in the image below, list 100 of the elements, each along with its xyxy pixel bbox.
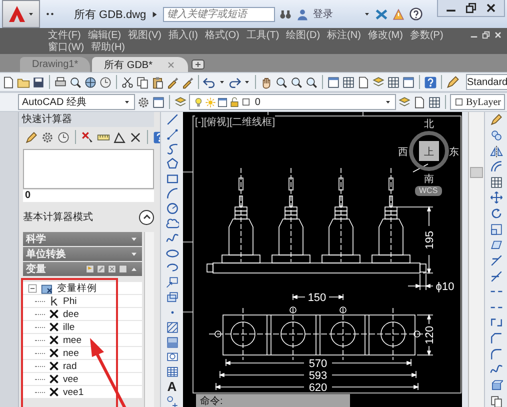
tree-item[interactable]: vee1 [63, 386, 84, 398]
restore-icon[interactable] [464, 1, 478, 15]
tree-item[interactable]: Phi [63, 296, 77, 306]
curve-icon[interactable] [166, 232, 178, 245]
ellipse-icon[interactable] [166, 246, 178, 260]
brush-icon[interactable] [181, 76, 194, 88]
layers-icon[interactable] [398, 96, 411, 108]
move-icon[interactable] [490, 191, 502, 204]
help-icon[interactable] [409, 7, 423, 21]
scale-icon[interactable] [490, 222, 502, 236]
printer-icon[interactable] [54, 76, 67, 88]
view-cube[interactable] [419, 141, 439, 161]
polygon-icon[interactable] [166, 157, 178, 170]
expand-icon[interactable] [150, 10, 160, 18]
elliptical-arc-icon[interactable] [166, 261, 178, 274]
add-variable-icon[interactable] [85, 264, 95, 274]
clear-icon[interactable] [129, 130, 142, 144]
layers-icon[interactable] [372, 76, 385, 88]
explode-icon[interactable] [490, 378, 502, 392]
layers-icon[interactable] [174, 96, 187, 108]
menu-item[interactable]: 工具(T) [246, 28, 280, 42]
menu-item[interactable]: 格式(O) [204, 28, 240, 42]
caret-icon[interactable] [363, 10, 371, 18]
collapse-icon[interactable] [27, 282, 38, 294]
section-header[interactable]: 科学 [23, 232, 142, 246]
edit-variable-icon[interactable] [96, 264, 106, 274]
window-icon[interactable] [402, 76, 415, 88]
pick-point-icon[interactable] [81, 130, 94, 144]
copy-objects-icon[interactable] [490, 128, 502, 142]
add-selected-icon[interactable] [166, 394, 178, 407]
menu-item[interactable]: 窗口(W) [48, 40, 84, 54]
magnifier-icon[interactable] [290, 76, 303, 88]
menu-item[interactable]: 帮助(H) [91, 40, 125, 54]
chamfer-icon[interactable] [490, 332, 502, 346]
rotate-icon[interactable] [490, 207, 502, 220]
user-icon[interactable] [296, 8, 310, 20]
compass-ring[interactable] [409, 131, 449, 171]
document-icon[interactable] [357, 76, 370, 88]
region-icon[interactable] [166, 350, 178, 364]
color-dropdown[interactable]: ByLayer [450, 94, 505, 110]
menu-item[interactable]: 文件(F) [48, 28, 81, 42]
trim-icon[interactable] [490, 254, 502, 267]
collapse-button[interactable] [139, 210, 154, 224]
menu-item[interactable]: 视图(V) [128, 28, 162, 42]
brush-icon[interactable] [166, 76, 179, 88]
gear-icon[interactable] [41, 130, 54, 144]
construction-line-icon[interactable] [166, 128, 178, 141]
stretch-icon[interactable] [490, 238, 502, 252]
viewport-label[interactable]: [-][俯视][二维线框] [195, 115, 275, 129]
tree-item[interactable]: mee [63, 334, 82, 346]
section-header[interactable]: 单位转换 [23, 247, 142, 261]
copy-icon[interactable] [136, 76, 149, 88]
angle-icon[interactable] [113, 130, 126, 144]
gradient-icon[interactable] [166, 336, 178, 349]
rectangle-icon[interactable] [166, 172, 178, 186]
binoculars-icon[interactable] [279, 8, 292, 20]
insert-block-icon[interactable] [166, 276, 178, 290]
expression-field[interactable] [23, 149, 154, 189]
clipboard-icon[interactable] [151, 76, 164, 88]
redo-icon[interactable] [228, 76, 241, 88]
pencil-icon[interactable] [25, 130, 38, 144]
window-icon[interactable] [152, 96, 165, 108]
tree-item[interactable]: ille [63, 322, 75, 332]
menu-item[interactable]: 编辑(E) [88, 28, 122, 42]
alert-icon[interactable] [392, 8, 405, 20]
copy-icon[interactable] [490, 394, 502, 407]
magnifier-icon[interactable] [275, 76, 288, 88]
application-menu-button[interactable] [2, 0, 40, 28]
circle-icon[interactable] [166, 202, 178, 215]
workspace-dropdown[interactable]: AutoCAD 经典 [18, 94, 135, 110]
table-icon[interactable] [166, 365, 178, 378]
menu-item[interactable]: 绘图(D) [286, 28, 320, 42]
window-icon[interactable] [327, 76, 340, 88]
hand-icon[interactable] [260, 76, 273, 88]
document-icon[interactable] [413, 96, 426, 108]
caret-icon[interactable] [243, 78, 251, 86]
tree-item[interactable]: rad [63, 360, 77, 372]
caret-icon[interactable] [218, 78, 226, 86]
menu-item[interactable]: 标注(N) [327, 28, 361, 42]
text-tool[interactable]: A [167, 380, 177, 394]
document-icon[interactable] [2, 76, 15, 88]
exchange-icon[interactable] [375, 8, 388, 20]
variable-box-icon[interactable] [118, 264, 128, 274]
mirror-icon[interactable] [490, 144, 502, 158]
grid-icon[interactable] [428, 96, 441, 108]
delete-variable-icon[interactable] [107, 264, 117, 274]
section-header[interactable]: 变量 [23, 262, 142, 276]
arc-icon[interactable] [166, 187, 178, 200]
menu-item[interactable]: 参数(P) [410, 28, 444, 42]
polyline-icon[interactable] [166, 142, 178, 156]
scissors-icon[interactable] [121, 76, 134, 88]
grid-icon[interactable] [490, 176, 502, 189]
close-icon[interactable] [484, 1, 498, 15]
tree-item[interactable]: dee [63, 308, 79, 320]
text-style-dropdown[interactable]: Standard [466, 74, 507, 90]
scrollbar[interactable] [144, 232, 154, 407]
caret-icon[interactable] [26, 10, 34, 18]
join-icon[interactable] [490, 316, 502, 330]
drawing-tab[interactable]: 所有 GDB* [92, 57, 188, 72]
scrollbar-thumb[interactable] [470, 167, 483, 178]
